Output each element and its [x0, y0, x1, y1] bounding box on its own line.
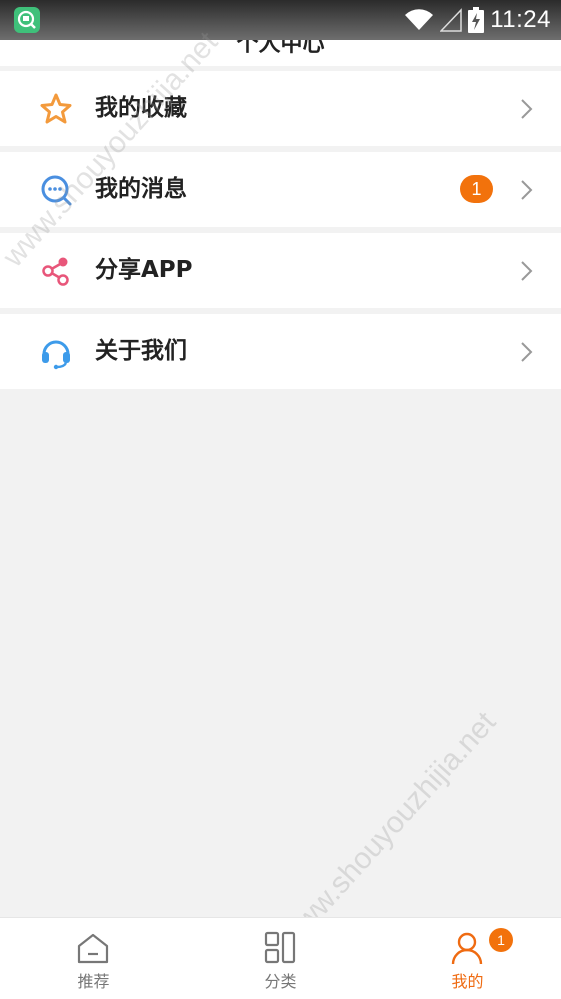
tab-category[interactable]: 分类	[187, 918, 374, 999]
unread-badge: 1	[460, 175, 493, 203]
menu-item-messages[interactable]: 我的消息 1	[0, 152, 561, 227]
menu-item-about-us[interactable]: 关于我们	[0, 314, 561, 389]
battery-charging-icon	[468, 7, 485, 33]
menu-item-label: 关于我们	[95, 338, 187, 364]
page-title: 个人中心	[236, 40, 325, 57]
tab-badge: 1	[489, 928, 513, 952]
status-bar: 11:24	[0, 0, 561, 40]
share-icon	[42, 257, 69, 286]
home-icon	[77, 933, 109, 964]
menu-list: 我的收藏 我的消息 1 分享APP 关于我们	[0, 71, 561, 395]
menu-item-label: 我的消息	[95, 176, 187, 202]
screen: 11:24 个人中心 我的收藏 我的消息 1 分享APP 关于我们 www.sh…	[0, 0, 561, 999]
tab-mine[interactable]: 1 我的	[374, 918, 561, 999]
chevron-right-icon	[521, 261, 533, 281]
wifi-icon	[405, 9, 434, 31]
bottom-navigation: 推荐 分类 1 我的	[0, 917, 561, 999]
clock-time: 11:24	[490, 6, 551, 33]
tab-recommend[interactable]: 推荐	[0, 918, 187, 999]
chevron-right-icon	[521, 180, 533, 200]
message-icon	[41, 175, 72, 206]
tab-label: 我的	[451, 972, 484, 991]
tab-label: 分类	[264, 972, 297, 991]
app-notification-icon	[14, 7, 40, 33]
menu-item-label: 分享APP	[95, 257, 193, 283]
page-header: 个人中心	[0, 40, 561, 66]
menu-item-label: 我的收藏	[95, 95, 187, 121]
user-icon	[451, 932, 483, 965]
chevron-right-icon	[521, 99, 533, 119]
signal-icon	[440, 8, 462, 32]
grid-icon	[264, 931, 296, 964]
tab-label: 推荐	[77, 972, 110, 991]
menu-item-favorites[interactable]: 我的收藏	[0, 71, 561, 146]
status-icons: 11:24	[404, 6, 551, 34]
chevron-right-icon	[521, 342, 533, 362]
menu-item-share-app[interactable]: 分享APP	[0, 233, 561, 308]
star-icon	[40, 93, 72, 124]
headset-icon	[42, 340, 70, 370]
